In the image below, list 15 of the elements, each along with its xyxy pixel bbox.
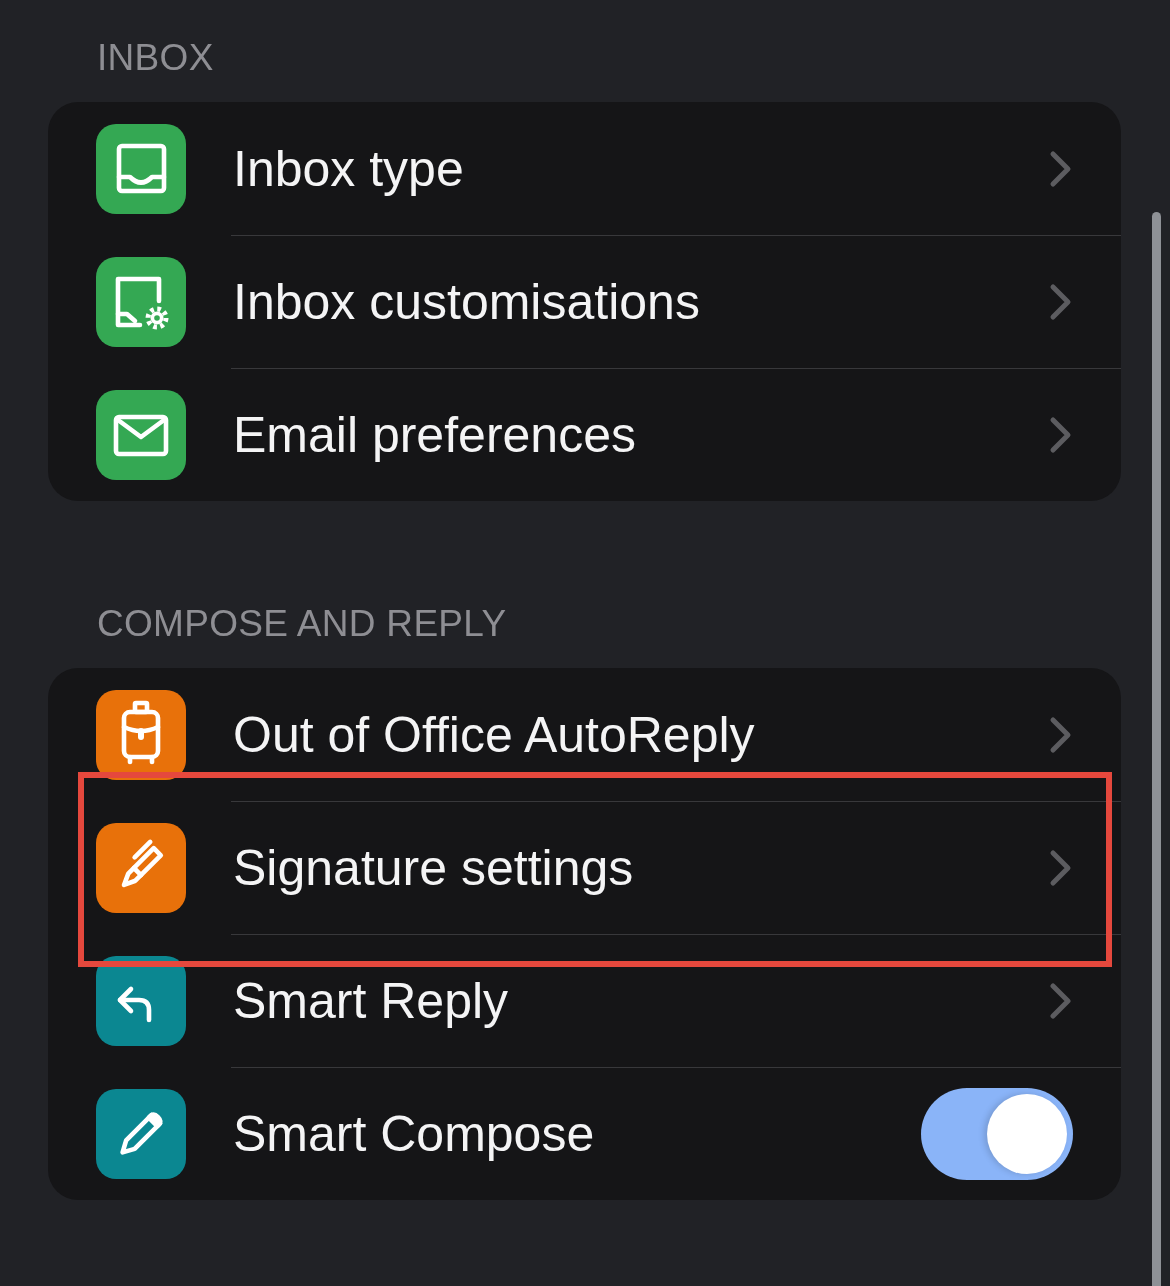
chevron-right-icon bbox=[1049, 982, 1073, 1020]
chevron-right-icon bbox=[1049, 416, 1073, 454]
setting-label[interactable]: Out of Office AutoReply bbox=[233, 704, 755, 765]
chevron-right-icon bbox=[1049, 283, 1073, 321]
section-header: INBOX bbox=[97, 36, 214, 80]
setting-label[interactable]: Smart Reply bbox=[233, 971, 509, 1031]
setting-label[interactable]: Email preferences bbox=[233, 405, 636, 465]
chevron-right-icon bbox=[1049, 715, 1073, 754]
chevron-right-icon bbox=[1049, 849, 1073, 887]
section-header: COMPOSE AND REPLY bbox=[97, 602, 507, 646]
chevron-right-icon bbox=[1049, 149, 1073, 188]
setting-label[interactable]: Smart Compose bbox=[233, 1104, 595, 1164]
setting-label[interactable]: Inbox customisations bbox=[233, 272, 700, 332]
setting-label[interactable]: Signature settings bbox=[233, 838, 634, 898]
setting-label[interactable]: Inbox type bbox=[233, 138, 464, 199]
